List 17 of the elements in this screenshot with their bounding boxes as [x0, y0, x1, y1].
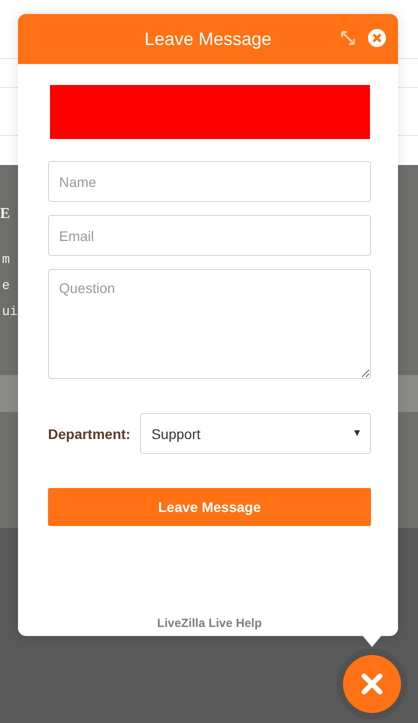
input-field[interactable]: Name — [48, 161, 371, 202]
heading-text: E — [0, 205, 10, 224]
close-icon[interactable] — [368, 29, 386, 47]
dialog-title: Leave Message — [144, 28, 272, 50]
expand-icon[interactable] — [340, 30, 356, 46]
caret-icon: ▼ — [352, 428, 362, 439]
body-text: e — [2, 277, 10, 295]
body-text: ui — [2, 303, 18, 321]
body-text: m — [2, 251, 10, 269]
close-chat-button[interactable] — [343, 655, 401, 713]
close-icon — [361, 673, 383, 695]
input-field[interactable]: Email — [48, 215, 371, 256]
leave-message-button[interactable]: Leave Message — [48, 488, 371, 526]
footer-link[interactable]: LiveZilla Live Help — [157, 616, 262, 630]
department-select[interactable]: Support ▼ — [140, 413, 371, 454]
question-field[interactable]: Question — [48, 269, 371, 379]
department-label: Department: — [48, 426, 130, 442]
